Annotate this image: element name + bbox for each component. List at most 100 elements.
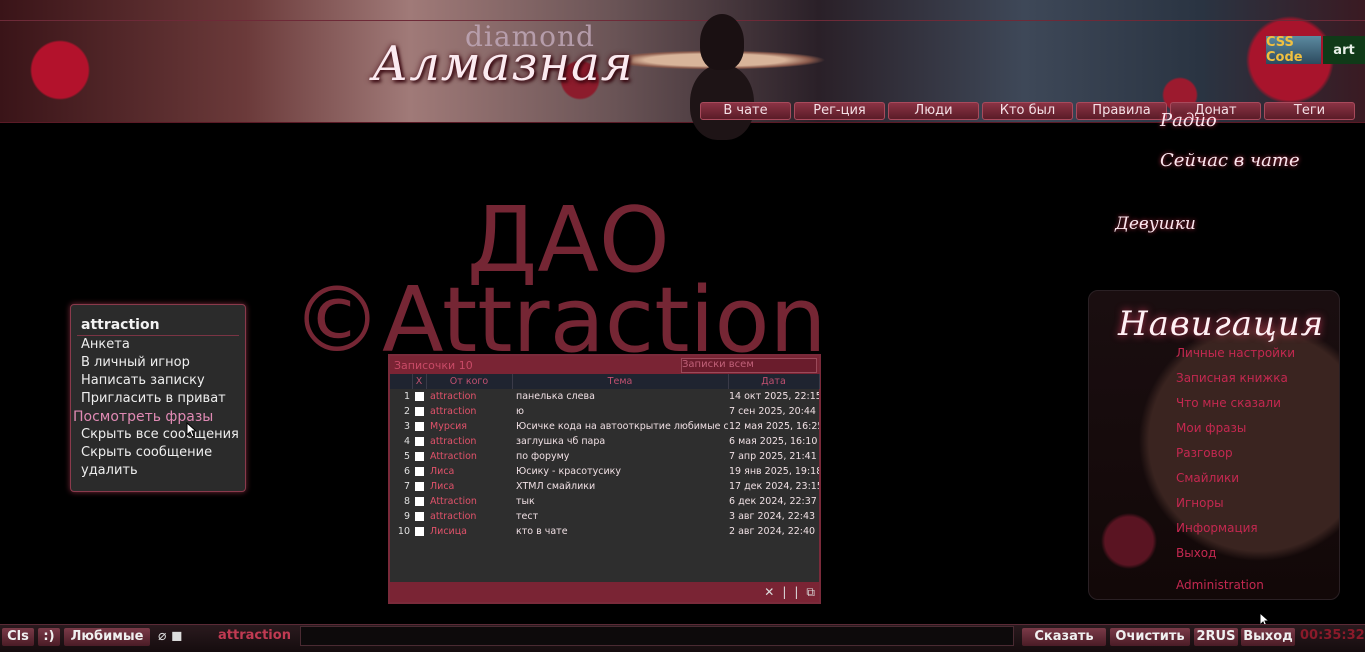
notes-table-row[interactable]: 1 attraction панелька слева 14 окт 2025, 22…: [390, 389, 819, 404]
row-from[interactable]: attraction: [426, 404, 512, 419]
row-from[interactable]: Лисица: [426, 524, 512, 539]
checkbox[interactable]: [415, 527, 424, 536]
link-ignores[interactable]: Игноры: [1176, 496, 1224, 510]
css-code-badge[interactable]: CSS Code: [1266, 35, 1321, 65]
tab-people[interactable]: Люди: [888, 102, 979, 120]
row-from[interactable]: Attraction: [426, 494, 512, 509]
row-subject[interactable]: панелька слева: [512, 389, 728, 404]
row-checkbox[interactable]: [412, 449, 426, 464]
separator-icon: |: [782, 585, 787, 599]
row-subject[interactable]: кто в чате: [512, 524, 728, 539]
row-checkbox[interactable]: [412, 419, 426, 434]
close-icon[interactable]: ✕: [764, 585, 774, 599]
row-subject[interactable]: тык: [512, 494, 728, 509]
row-subject[interactable]: по форуму: [512, 449, 728, 464]
tab-in-chat[interactable]: В чате: [700, 102, 791, 120]
menu-profile[interactable]: Анкета: [71, 336, 245, 354]
art-badge[interactable]: art: [1323, 36, 1365, 64]
clear-button[interactable]: Очистить: [1110, 628, 1190, 646]
tab-registration[interactable]: Рег-ция: [794, 102, 885, 120]
notes-table-row[interactable]: 2 attraction ю 7 сен 2025, 20:44: [390, 404, 819, 419]
row-checkbox[interactable]: [412, 524, 426, 539]
row-date: 2 авг 2024, 22:40: [729, 526, 816, 537]
link-conversation[interactable]: Разговор: [1176, 446, 1233, 460]
girls-title: Девушки: [1115, 214, 1196, 234]
row-subject[interactable]: тест: [512, 509, 728, 524]
menu-write-note[interactable]: Написать записку: [71, 372, 245, 390]
say-button[interactable]: Сказать: [1022, 628, 1106, 646]
menu-hide-message[interactable]: Скрыть сообщение: [71, 444, 245, 462]
row-checkbox[interactable]: [412, 494, 426, 509]
row-checkbox[interactable]: [412, 509, 426, 524]
menu-ignore[interactable]: В личный игнор: [71, 354, 245, 372]
checkbox[interactable]: [415, 512, 424, 521]
notes-table-row[interactable]: 4 attraction заглушка чб пара 6 мая 2025, 1…: [390, 434, 819, 449]
copy-icon[interactable]: ⧉: [806, 585, 815, 600]
row-from[interactable]: Attraction: [426, 449, 512, 464]
row-from[interactable]: Мурсия: [426, 419, 512, 434]
row-subject[interactable]: заглушка чб пара: [512, 434, 728, 449]
row-subject[interactable]: ю: [512, 404, 728, 419]
checkbox[interactable]: [415, 467, 424, 476]
row-from[interactable]: attraction: [426, 434, 512, 449]
row-checkbox[interactable]: [412, 434, 426, 449]
cls-button[interactable]: Cls: [2, 628, 34, 646]
link-information[interactable]: Информация: [1176, 521, 1258, 535]
tab-tags[interactable]: Теги: [1264, 102, 1355, 120]
tab-rules[interactable]: Правила: [1076, 102, 1167, 120]
checkbox[interactable]: [415, 437, 424, 446]
notes-table-row[interactable]: 3 Мурсия Юсичке кода на автооткрытие любим…: [390, 419, 819, 434]
smiley-button[interactable]: :): [38, 628, 60, 646]
row-from[interactable]: attraction: [426, 389, 512, 404]
translit-button[interactable]: 2RUS: [1194, 628, 1238, 646]
row-number: 5: [403, 451, 410, 462]
link-administration[interactable]: Administration: [1176, 578, 1264, 592]
row-from[interactable]: Лиса: [426, 464, 512, 479]
menu-hide-all[interactable]: Скрыть все сообщения: [71, 426, 245, 444]
checkbox[interactable]: [415, 422, 424, 431]
link-my-phrases[interactable]: Мои фразы: [1176, 421, 1246, 435]
link-notebook[interactable]: Записная книжка: [1176, 371, 1288, 385]
attach-icon[interactable]: ⌀ ◼: [158, 628, 183, 644]
top-nav: В чате Рег-ция Люди Кто был Правила Дона…: [700, 102, 1355, 120]
notes-table-row[interactable]: 6 Лиса Юсику - красотусику 19 янв 2025, 19:…: [390, 464, 819, 479]
row-subject[interactable]: Юсичке кода на автооткрытие любимые смай: [512, 419, 728, 434]
col-from[interactable]: От кого: [426, 374, 513, 389]
row-from[interactable]: Лиса: [426, 479, 512, 494]
row-number: 8: [403, 496, 410, 507]
row-checkbox[interactable]: [412, 479, 426, 494]
row-from[interactable]: attraction: [426, 509, 512, 524]
checkbox[interactable]: [415, 452, 424, 461]
notes-table-row[interactable]: 7 Лиса ХТМЛ смайлики 17 дек 2024, 23:15: [390, 479, 819, 494]
notes-table-row[interactable]: 5 Attraction по форуму 7 апр 2025, 21:41: [390, 449, 819, 464]
favorites-button[interactable]: Любимые: [64, 628, 150, 646]
notes-filter-select[interactable]: Записки всем: [681, 357, 817, 373]
notes-table-row[interactable]: 9 attraction тест 3 авг 2024, 22:43: [390, 509, 819, 524]
tab-who-was[interactable]: Кто был: [982, 102, 1073, 120]
row-checkbox[interactable]: [412, 404, 426, 419]
col-subject[interactable]: Тема: [512, 374, 729, 389]
row-subject[interactable]: ХТМЛ смайлики: [512, 479, 728, 494]
row-checkbox[interactable]: [412, 389, 426, 404]
link-personal-settings[interactable]: Личные настройки: [1176, 346, 1295, 360]
checkbox[interactable]: [415, 392, 424, 401]
checkbox[interactable]: [415, 497, 424, 506]
link-exit[interactable]: Выход: [1176, 546, 1216, 560]
current-nick[interactable]: attraction: [218, 628, 291, 643]
checkbox[interactable]: [415, 407, 424, 416]
col-date[interactable]: Дата: [728, 374, 820, 389]
menu-view-phrases[interactable]: Посмотреть фразы: [71, 408, 245, 426]
notes-table-row[interactable]: 8 Attraction тык 6 дек 2024, 22:37: [390, 494, 819, 509]
row-checkbox[interactable]: [412, 464, 426, 479]
site-logo[interactable]: Алмазная: [372, 36, 634, 92]
row-subject[interactable]: Юсику - красотусику: [512, 464, 728, 479]
checkbox[interactable]: [415, 482, 424, 491]
link-smileys[interactable]: Смайлики: [1176, 471, 1239, 485]
menu-delete[interactable]: удалить: [71, 462, 245, 480]
col-x[interactable]: X: [412, 374, 427, 389]
link-told-me[interactable]: Что мне сказали: [1176, 396, 1281, 410]
exit-button[interactable]: Выход: [1241, 628, 1295, 646]
menu-invite-private[interactable]: Пригласить в приват: [71, 390, 245, 408]
notes-table-row[interactable]: 10 Лисица кто в чате 2 авг 2024, 22:40: [390, 524, 819, 539]
message-input[interactable]: [300, 626, 1014, 646]
